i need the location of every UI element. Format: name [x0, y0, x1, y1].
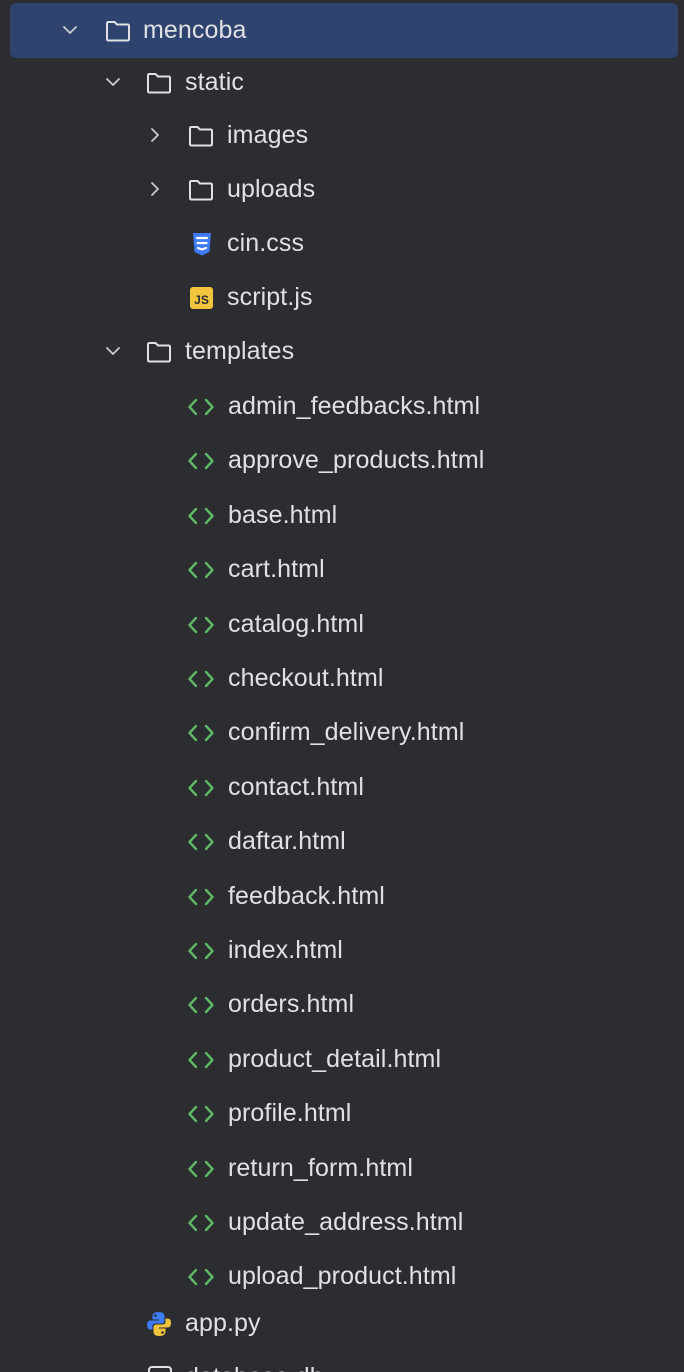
chevron-down-icon[interactable] — [60, 20, 80, 40]
tree-item-html-file[interactable]: product_detail.html — [0, 1032, 684, 1087]
html-file-icon — [186, 1208, 218, 1238]
chevron-down-icon[interactable] — [103, 72, 123, 92]
tree-item-html-file[interactable]: confirm_delivery.html — [0, 705, 684, 760]
chevron-right-icon[interactable] — [145, 179, 165, 199]
tree-item-label: cin.css — [227, 229, 305, 257]
tree-item-html-file[interactable]: base.html — [0, 488, 684, 543]
tree-item-html-file[interactable]: contact.html — [0, 760, 684, 815]
tree-item-label: confirm_delivery.html — [228, 718, 465, 746]
html-file-icon — [186, 882, 218, 912]
folder-icon — [186, 175, 216, 205]
html-file-icon — [186, 610, 218, 640]
tree-item-label: approve_products.html — [228, 446, 485, 474]
unknown-file-icon: ? — [145, 1363, 175, 1372]
tree-item-label: static — [185, 68, 244, 96]
tree-item-label: database.db — [185, 1350, 324, 1372]
tree-item-label: images — [227, 121, 309, 149]
html-file-icon — [186, 773, 218, 803]
html-file-icon — [186, 718, 218, 748]
tree-item-label: cart.html — [228, 555, 325, 583]
tree-item-label: admin_feedbacks.html — [228, 392, 481, 420]
tree-item-html-file[interactable]: cart.html — [0, 542, 684, 597]
tree-item-script-js[interactable]: JS script.js — [0, 270, 684, 325]
tree-item-uploads[interactable]: uploads — [0, 162, 684, 217]
tree-item-label: mencoba — [143, 16, 247, 44]
tree-item-static[interactable]: static — [0, 55, 684, 110]
html-file-icon — [186, 1262, 218, 1292]
tree-item-label: daftar.html — [228, 827, 346, 855]
tree-item-templates[interactable]: templates — [0, 324, 684, 379]
tree-item-html-file[interactable]: checkout.html — [0, 651, 684, 706]
tree-item-cin-css[interactable]: cin.css — [0, 216, 684, 271]
tree-item-html-file[interactable]: update_address.html — [0, 1195, 684, 1250]
chevron-right-icon[interactable] — [145, 125, 165, 145]
project-tree: mencoba static images uploads cin.css JS… — [0, 0, 684, 1372]
tree-item-html-file[interactable]: catalog.html — [0, 597, 684, 652]
tree-item-label: base.html — [228, 501, 338, 529]
folder-icon — [144, 337, 174, 367]
tree-item-html-file[interactable]: orders.html — [0, 977, 684, 1032]
python-file-icon — [144, 1309, 174, 1339]
html-file-icon — [186, 1099, 218, 1129]
tree-item-label: orders.html — [228, 990, 355, 1018]
folder-icon — [103, 16, 133, 46]
tree-item-label: contact.html — [228, 773, 364, 801]
tree-item-label: index.html — [228, 936, 343, 964]
html-file-icon — [186, 446, 218, 476]
tree-item-html-file[interactable]: profile.html — [0, 1086, 684, 1141]
tree-item-label: catalog.html — [228, 610, 364, 638]
html-file-icon — [186, 664, 218, 694]
html-file-icon — [186, 555, 218, 585]
html-file-icon — [186, 1154, 218, 1184]
tree-item-html-file[interactable]: index.html — [0, 923, 684, 978]
tree-item-mencoba[interactable]: mencoba — [10, 3, 678, 58]
tree-item-label: script.js — [227, 283, 313, 311]
tree-item-html-file[interactable]: admin_feedbacks.html — [0, 379, 684, 434]
html-file-icon — [186, 827, 218, 857]
tree-item-label: feedback.html — [228, 882, 385, 910]
js-icon-text: JS — [194, 293, 209, 307]
html-file-icon — [186, 392, 218, 422]
folder-icon — [186, 121, 216, 151]
html-file-icon — [186, 1045, 218, 1075]
chevron-down-icon[interactable] — [103, 341, 123, 361]
folder-icon — [144, 68, 174, 98]
tree-item-label: templates — [185, 337, 295, 365]
tree-item-html-file[interactable]: feedback.html — [0, 869, 684, 924]
tree-item-images[interactable]: images — [0, 108, 684, 163]
tree-item-label: profile.html — [228, 1099, 352, 1127]
tree-item-html-file[interactable]: daftar.html — [0, 814, 684, 869]
html-file-icon — [186, 501, 218, 531]
html-file-icon — [186, 990, 218, 1020]
tree-item-label: checkout.html — [228, 664, 384, 692]
tree-item-label: update_address.html — [228, 1208, 464, 1236]
tree-item-app-py[interactable]: app.py — [0, 1296, 684, 1351]
tree-item-label: uploads — [227, 175, 316, 203]
tree-item-label: app.py — [185, 1309, 261, 1337]
tree-item-html-file[interactable]: approve_products.html — [0, 433, 684, 488]
css-file-icon — [187, 229, 217, 259]
tree-item-html-file[interactable]: return_form.html — [0, 1141, 684, 1196]
tree-item-label: product_detail.html — [228, 1045, 442, 1073]
html-file-icon — [186, 936, 218, 966]
tree-item-database-db[interactable]: ? database.db — [0, 1350, 684, 1372]
tree-item-label: return_form.html — [228, 1154, 413, 1182]
js-file-icon: JS — [187, 283, 217, 313]
